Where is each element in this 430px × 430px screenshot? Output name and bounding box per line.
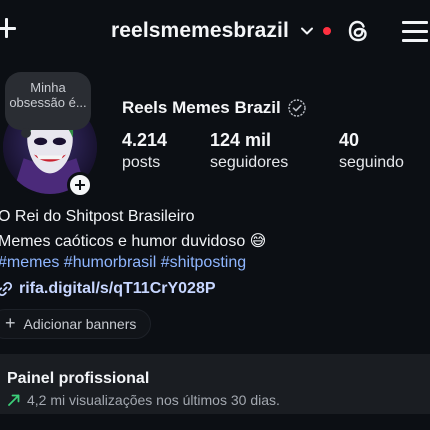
stat-posts[interactable]: 4.214 posts [122, 130, 167, 172]
account-switcher[interactable]: reelsmemesbrazil [111, 19, 331, 43]
plus-icon: + [5, 312, 16, 333]
professional-dashboard-card[interactable]: Painel profissional 4,2 mi visualizações… [0, 354, 430, 414]
bio-hashtags[interactable]: #memes #humorbrasil #shitposting [0, 254, 246, 272]
chevron-down-icon [300, 27, 313, 35]
verified-badge-icon [288, 99, 306, 117]
posts-count: 4.214 [122, 130, 168, 150]
posts-label: posts [122, 154, 161, 171]
display-name: Reels Memes Brazil [122, 98, 281, 117]
stat-following[interactable]: 40 seguindo [339, 130, 404, 172]
display-name-row: Reels Memes Brazil [122, 98, 307, 118]
stat-followers[interactable]: 124 mil seguidores [210, 130, 288, 172]
username-title: reelsmemesbrazil [111, 19, 289, 42]
followers-count: 124 mil [210, 130, 272, 150]
create-plus-icon[interactable] [0, 16, 20, 40]
top-bar: reelsmemesbrazil [0, 0, 430, 62]
bio-link[interactable]: rifa.digital/s/qT11CrY028P [0, 280, 216, 298]
menu-icon[interactable] [402, 21, 428, 43]
bio-link-text: rifa.digital/s/qT11CrY028P [19, 280, 216, 297]
threads-icon[interactable] [344, 17, 372, 45]
add-banners-label: Adicionar banners [23, 316, 137, 332]
followers-label: seguidores [210, 154, 289, 171]
professional-dashboard-subtitle-row: 4,2 mi visualizações nos últimos 30 dias… [7, 392, 280, 408]
following-label: seguindo [339, 154, 404, 171]
bio-line-title: O Rei do Shitpost Brasileiro [0, 208, 195, 225]
add-story-button[interactable] [67, 172, 93, 198]
link-icon [0, 281, 13, 297]
professional-dashboard-title: Painel profissional [7, 370, 150, 387]
following-count: 40 [339, 130, 360, 150]
bio-line-description: Memes caóticos e humor duvidoso 😅 [0, 233, 267, 250]
notification-dot [322, 27, 331, 35]
note-bubble[interactable]: Minha obsessão é... [5, 72, 91, 138]
professional-dashboard-subtitle: 4,2 mi visualizações nos últimos 30 dias… [27, 392, 280, 408]
trend-up-arrow-icon [8, 394, 20, 406]
add-banners-button[interactable]: + Adicionar banners [0, 309, 152, 339]
